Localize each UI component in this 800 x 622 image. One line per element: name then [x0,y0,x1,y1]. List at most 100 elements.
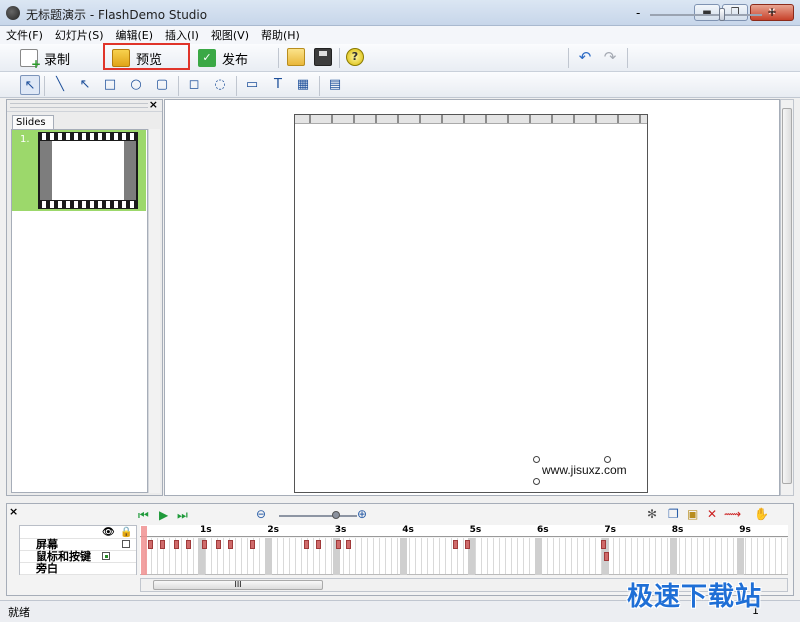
timeline-event-marker[interactable] [160,540,165,549]
split-icon[interactable]: ⟿ [724,507,741,521]
hand-icon[interactable]: ✋ [754,507,769,521]
timeline-event-marker[interactable] [216,540,221,549]
play-icon[interactable]: ▶ [159,508,168,522]
record-label: 录制 [44,52,71,68]
effects-icon[interactable]: ✻ [647,507,657,521]
record-icon [20,49,41,71]
menu-help[interactable]: 帮助(H) [255,27,306,43]
record-button[interactable]: 录制 [16,46,71,71]
canvas-vertical-scrollbar[interactable] [780,99,794,496]
timeline-event-marker[interactable] [174,540,179,549]
menu-slide[interactable]: 幻灯片(S) [49,27,110,43]
separator [44,76,45,96]
separator [627,48,628,68]
text-tool-icon[interactable]: T [268,75,288,95]
timeline-zoom-in-icon[interactable]: ⊕ [357,507,367,521]
menu-insert[interactable]: 插入(I) [159,27,205,43]
ruler-tick-label: 7s [604,525,617,535]
help-icon[interactable]: ? [346,48,364,66]
timeline-event-marker[interactable] [453,540,458,549]
slides-panel-close-icon[interactable]: × [149,98,158,111]
slides-panel: × Slides 1. [6,98,163,496]
drawing-toolbar: ↖ ╲ ↖ □ ○ ▢ ◻ ◌ ▭ T ▦ ▤ [0,72,800,98]
minimize-button[interactable]: ▬ [694,4,720,21]
scrollbar-thumb[interactable]: III [153,580,323,590]
second-column [535,538,542,575]
timeline-zoom-slider[interactable] [279,515,357,517]
select-pointer-icon[interactable]: ↖ [20,75,40,95]
ruler-tick-label: 1s [200,525,212,535]
separator [319,76,320,96]
timeline-tracks[interactable] [140,538,788,575]
timeline-event-marker[interactable] [148,540,153,549]
timeline-event-marker[interactable] [316,540,321,549]
menu-view[interactable]: 视图(V) [205,27,255,43]
ruler-tick-label: 4s [402,525,414,535]
tab-slides[interactable]: Slides [12,115,54,129]
ellipse-tool-icon[interactable]: ○ [126,75,146,95]
open-folder-icon[interactable] [287,48,305,66]
publish-button[interactable]: ✓ 发布 [194,46,248,70]
resize-handle[interactable] [604,456,611,463]
arrow-tool-icon[interactable]: ↖ [75,75,95,95]
image-tool-icon[interactable]: ▦ [293,75,313,95]
timeline-event-marker[interactable] [202,540,207,549]
button-tool-icon[interactable]: ▭ [242,75,262,95]
second-column [400,538,408,575]
timeline-playhead[interactable] [141,526,147,575]
timeline-event-marker[interactable] [250,540,255,549]
save-icon[interactable] [314,48,332,66]
timeline-event-marker[interactable] [601,540,606,549]
rectangle-tool-icon[interactable]: □ [100,75,120,95]
timeline-close-icon[interactable]: × [9,505,18,518]
copy-icon[interactable]: ❐ [668,507,679,521]
line-tool-icon[interactable]: ╲ [50,75,70,95]
slides-scrollbar[interactable] [148,129,160,493]
ruler-tick-label: 3s [334,525,347,535]
publish-label: 发布 [222,52,249,68]
menu-file[interactable]: 文件(F) [0,27,49,43]
rounded-rect-tool-icon[interactable]: ▢ [152,75,172,95]
timeline-zoom-out-icon[interactable]: ⊖ [256,507,266,521]
redo-icon[interactable]: ↷ [601,48,619,66]
separator [568,48,569,68]
zoom-slider[interactable] [650,14,762,16]
scrollbar-thumb[interactable] [782,108,792,484]
slide-text-url[interactable]: www.jisuxz.com [542,463,627,477]
go-to-start-icon[interactable]: ⏮ [138,508,149,523]
zoom-slider-thumb[interactable] [718,8,725,21]
resize-handle[interactable] [533,456,540,463]
timeline-event-marker[interactable] [465,540,470,549]
zoom-in-button[interactable]: + [767,5,777,19]
properties-tool-icon[interactable]: ▤ [325,75,345,95]
timeline-zoom-thumb[interactable] [332,511,340,519]
zoom-out-button[interactable]: - [636,6,640,20]
undo-icon[interactable]: ↶ [576,48,594,66]
go-to-end-icon[interactable]: ⏭ [177,508,188,523]
timeline-event-marker[interactable] [604,552,609,561]
callout-tool-icon[interactable]: ◻ [184,75,204,95]
slide-page[interactable]: www.jisuxz.com [294,114,648,493]
app-icon [6,6,20,20]
status-text: 就绪 [8,606,30,619]
timeline-event-marker[interactable] [304,540,309,549]
delete-icon[interactable]: ✕ [707,507,717,521]
slide-captured-toolbar [295,115,647,124]
layer-checkbox[interactable] [102,552,110,560]
film-strip-icon [38,132,138,209]
resize-handle[interactable] [533,478,540,485]
menu-edit[interactable]: 编辑(E) [110,27,160,43]
slide-thumbnail[interactable]: 1. [12,130,146,211]
layer-narration[interactable]: 旁白 [20,562,136,575]
maximize-button[interactable]: ❐ [722,4,748,21]
speech-bubble-tool-icon[interactable]: ◌ [210,75,230,95]
timeline-ruler[interactable]: 1s 2s 3s 4s 5s 6s 7s 8s 9s [140,525,788,537]
timeline-event-marker[interactable] [186,540,191,549]
panel-grip[interactable] [10,103,148,108]
timeline-event-marker[interactable] [346,540,351,549]
layer-checkbox[interactable] [122,540,130,548]
paste-icon[interactable]: ▣ [687,507,698,521]
timeline-event-marker[interactable] [228,540,233,549]
separator [278,48,279,68]
timeline-event-marker[interactable] [336,540,341,549]
